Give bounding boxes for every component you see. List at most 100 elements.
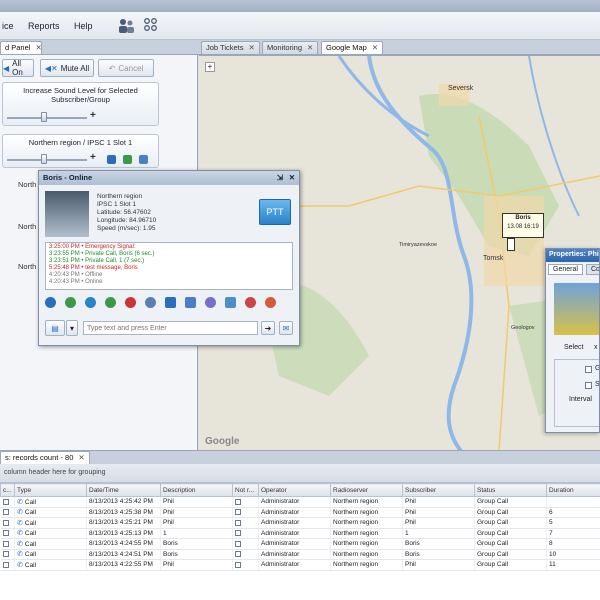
table-row[interactable]: ✆ Call 8/13/2013 4:25:38 PM Phil Administrat…	[0, 507, 600, 518]
close-icon[interactable]: ✕	[307, 43, 313, 52]
not-read-checkbox[interactable]	[235, 519, 241, 526]
column-header[interactable]: Status	[474, 483, 547, 497]
row-checkbox[interactable]	[2, 509, 9, 516]
transfer-icon[interactable]	[225, 297, 236, 308]
menu-item-reports[interactable]: Reports	[28, 21, 60, 31]
row-checkbox[interactable]	[2, 540, 9, 547]
menu-item-help[interactable]: Help	[74, 21, 93, 31]
column-header[interactable]: Type	[14, 483, 87, 497]
column-header[interactable]: Not r...	[232, 483, 259, 497]
group-icon[interactable]	[139, 155, 148, 164]
target-icon[interactable]	[245, 297, 256, 308]
column-header[interactable]: Operator	[258, 483, 331, 497]
send-button[interactable]: ➜	[261, 321, 275, 335]
plus-icon[interactable]: +	[90, 152, 96, 163]
not-read-checkbox[interactable]	[235, 509, 241, 516]
region-slider-track[interactable]	[7, 159, 87, 161]
lock-icon[interactable]	[165, 297, 176, 308]
speaker-icon[interactable]	[107, 155, 116, 164]
checkbox[interactable]	[585, 382, 592, 389]
close-icon[interactable]: ✕	[249, 43, 255, 52]
table-cell: 8/13/2013 4:25:42 PM	[86, 496, 161, 508]
table-cell: Boris	[160, 538, 233, 550]
table-cell: 8/13/2013 4:25:21 PM	[86, 517, 161, 529]
cell-text: 6	[549, 508, 553, 516]
table-row[interactable]: ✆ Call 8/13/2013 4:24:51 PM Boris Administra…	[0, 549, 600, 560]
mute-all-button[interactable]: ◀✕ Mute All	[40, 59, 94, 77]
row-checkbox[interactable]	[2, 551, 9, 558]
document-tabs: d Panel ✕ Job Tickets ✕ Monitoring ✕ Google…	[0, 40, 600, 55]
phone-icon[interactable]	[65, 297, 76, 308]
row-checkbox[interactable]	[2, 498, 9, 505]
plus-icon[interactable]: +	[90, 110, 96, 121]
close-icon[interactable]: ✕	[35, 43, 41, 52]
options-group: G Sh Interval	[554, 359, 599, 427]
close-icon[interactable]: ✕	[372, 43, 378, 52]
map-marker-boris[interactable]: Boris 13.08 16:19	[502, 213, 544, 238]
cell-text: Phil	[405, 508, 416, 516]
cell-text: Call	[24, 540, 37, 548]
table-row[interactable]: ✆ Call 8/13/2013 4:22:55 PM Phil Administrat…	[0, 559, 600, 571]
not-read-checkbox[interactable]	[235, 530, 241, 537]
close-icon[interactable]: ✕	[78, 453, 84, 462]
call-icon[interactable]	[45, 297, 56, 308]
tab-label: d Panel	[5, 43, 31, 52]
users-icon[interactable]	[116, 17, 136, 35]
group-by-bar[interactable]: column header here for grouping	[0, 464, 600, 483]
zoom-in-button[interactable]: +	[205, 62, 215, 72]
ptt-button[interactable]: PTT	[259, 199, 291, 225]
column-header[interactable]: Radioserver	[330, 483, 403, 497]
marker-time: 13.08 16:19	[507, 224, 539, 230]
grid-settings-icon[interactable]	[142, 17, 162, 35]
table-cell: 8/13/2013 4:24:51 PM	[86, 549, 161, 560]
unlock-icon[interactable]	[185, 297, 196, 308]
stop-icon[interactable]	[125, 297, 136, 308]
volume-slider-thumb[interactable]	[41, 112, 47, 122]
row-checkbox[interactable]	[2, 561, 9, 568]
not-read-checkbox[interactable]	[235, 551, 241, 558]
column-header[interactable]: Date/Time	[86, 483, 161, 497]
call-icon[interactable]	[123, 155, 132, 164]
tab-google-map[interactable]: Google Map ✕	[321, 41, 384, 54]
cell-text: Group Call	[477, 561, 509, 569]
volume-slider-track[interactable]	[7, 117, 87, 119]
search-icon[interactable]	[265, 297, 276, 308]
radio-device-icon[interactable]	[507, 238, 515, 251]
pin-icon[interactable]: ⇲	[277, 173, 283, 182]
tab-general[interactable]: General	[548, 264, 583, 275]
table-row[interactable]: ✆ Call 8/13/2013 4:25:13 PM 1 Administrator N…	[0, 528, 600, 539]
all-on-button[interactable]: ◀ All On	[2, 59, 34, 77]
region-slider-thumb[interactable]	[41, 154, 47, 164]
not-read-checkbox[interactable]	[235, 561, 241, 568]
users-icon[interactable]	[205, 297, 216, 308]
column-header[interactable]: Description	[160, 483, 233, 497]
row-checkbox[interactable]	[2, 530, 9, 537]
not-read-checkbox[interactable]	[235, 540, 241, 547]
tab-monitoring[interactable]: Monitoring ✕	[262, 41, 319, 54]
tab-other[interactable]: Co	[586, 264, 599, 275]
menu-item-service[interactable]: ice	[2, 21, 14, 31]
row-checkbox[interactable]	[2, 519, 9, 526]
column-header[interactable]: c...	[0, 483, 15, 497]
tab-control-panel[interactable]: d Panel ✕	[0, 41, 42, 54]
checkbox[interactable]	[585, 366, 592, 373]
message-input[interactable]	[83, 321, 258, 335]
tab-records[interactable]: s: records count - 80 ✕	[0, 451, 90, 464]
column-header[interactable]: Subscriber	[402, 483, 475, 497]
cancel-button[interactable]: ↶ Cancel	[98, 59, 154, 77]
column-header[interactable]: Duration	[546, 483, 600, 497]
cell-text: 5	[549, 519, 553, 527]
location-icon[interactable]	[105, 297, 116, 308]
table-row[interactable]: ✆ Call 8/13/2013 4:25:42 PM Phil Administrat…	[0, 496, 600, 508]
chevron-down-icon[interactable]: ▾	[66, 320, 78, 336]
headset-icon[interactable]	[85, 297, 96, 308]
window-title-bar	[0, 0, 600, 12]
radio-icon[interactable]	[145, 297, 156, 308]
table-row[interactable]: ✆ Call 8/13/2013 4:25:21 PM Phil Administrat…	[0, 517, 600, 529]
tab-job-tickets[interactable]: Job Tickets ✕	[201, 41, 260, 54]
message-type-button[interactable]: ▤	[45, 320, 65, 336]
table-row[interactable]: ✆ Call 8/13/2013 4:24:55 PM Boris Administra…	[0, 538, 600, 550]
close-icon[interactable]: ✕	[289, 173, 295, 182]
not-read-checkbox[interactable]	[235, 498, 241, 505]
envelope-button[interactable]: ✉	[279, 321, 293, 335]
